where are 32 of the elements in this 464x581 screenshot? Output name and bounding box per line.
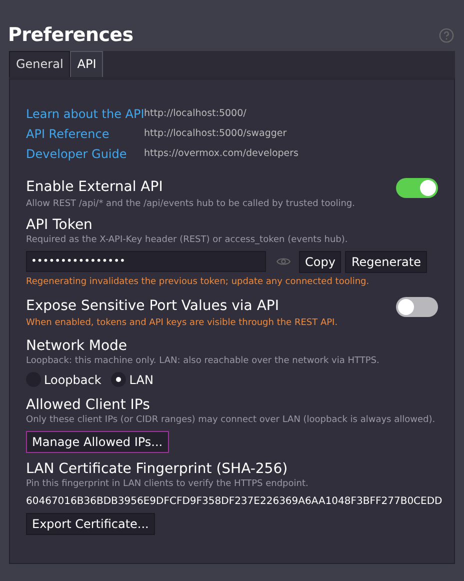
toggle-switch[interactable] [396, 178, 438, 198]
setting-label: Network Mode [26, 338, 128, 355]
link[interactable]: Developer Guide [26, 144, 144, 163]
setting-label: LAN Certificate Fingerprint (SHA-256) [26, 460, 289, 478]
setting-description: Loopback: this machine only. LAN: also reachable over the network via HTTPS. [26, 354, 380, 368]
radio-button[interactable] [111, 372, 126, 388]
setting-description: Only these client IPs (or CIDR ranges) may connect over LAN (loopback is always allowed). [26, 414, 436, 427]
link[interactable]: Learn about the API [26, 104, 144, 123]
warning-text: Regenerating invalidates the previous token; update any connected tooling. [26, 276, 370, 289]
action-button[interactable]: Manage Allowed IPs... [26, 430, 169, 453]
setting-label: Enable External API [26, 179, 163, 196]
action-button[interactable]: Regenerate [345, 250, 427, 273]
setting-description: Required as the X-API-Key header (REST) or access_token (events hub). [26, 234, 349, 247]
tab[interactable]: General [9, 50, 70, 77]
setting-label: API Token [26, 216, 94, 234]
link[interactable]: API Reference [26, 124, 144, 143]
radio-label: LAN [129, 372, 154, 389]
token-field[interactable]: •••••••••••••••• [26, 251, 266, 272]
setting-label: Expose Sensitive Port Values via API [26, 298, 279, 316]
url-text: https://overmox.com/developers [144, 146, 299, 161]
action-button[interactable]: Copy [299, 250, 342, 273]
url-text: http://localhost:5000/ [144, 106, 246, 121]
page-title: Preferences [8, 24, 134, 47]
setting-label: Allowed Client IPs [26, 396, 151, 414]
action-button[interactable]: Export Certificate... [26, 512, 155, 535]
tab[interactable]: API [70, 50, 104, 77]
setting-description: Allow REST /api/* and the /api/events hub to be called by trusted tooling. [26, 198, 356, 211]
url-text: http://localhost:5000/swagger [144, 126, 287, 141]
warning-text: When enabled, tokens and API keys are visible through the REST API. [26, 316, 339, 330]
radio-label: Loopback [44, 372, 102, 389]
setting-description: Pin this fingerprint in LAN clients to verify the HTTPS endpoint. [26, 478, 310, 491]
toggle-switch[interactable] [396, 296, 438, 317]
